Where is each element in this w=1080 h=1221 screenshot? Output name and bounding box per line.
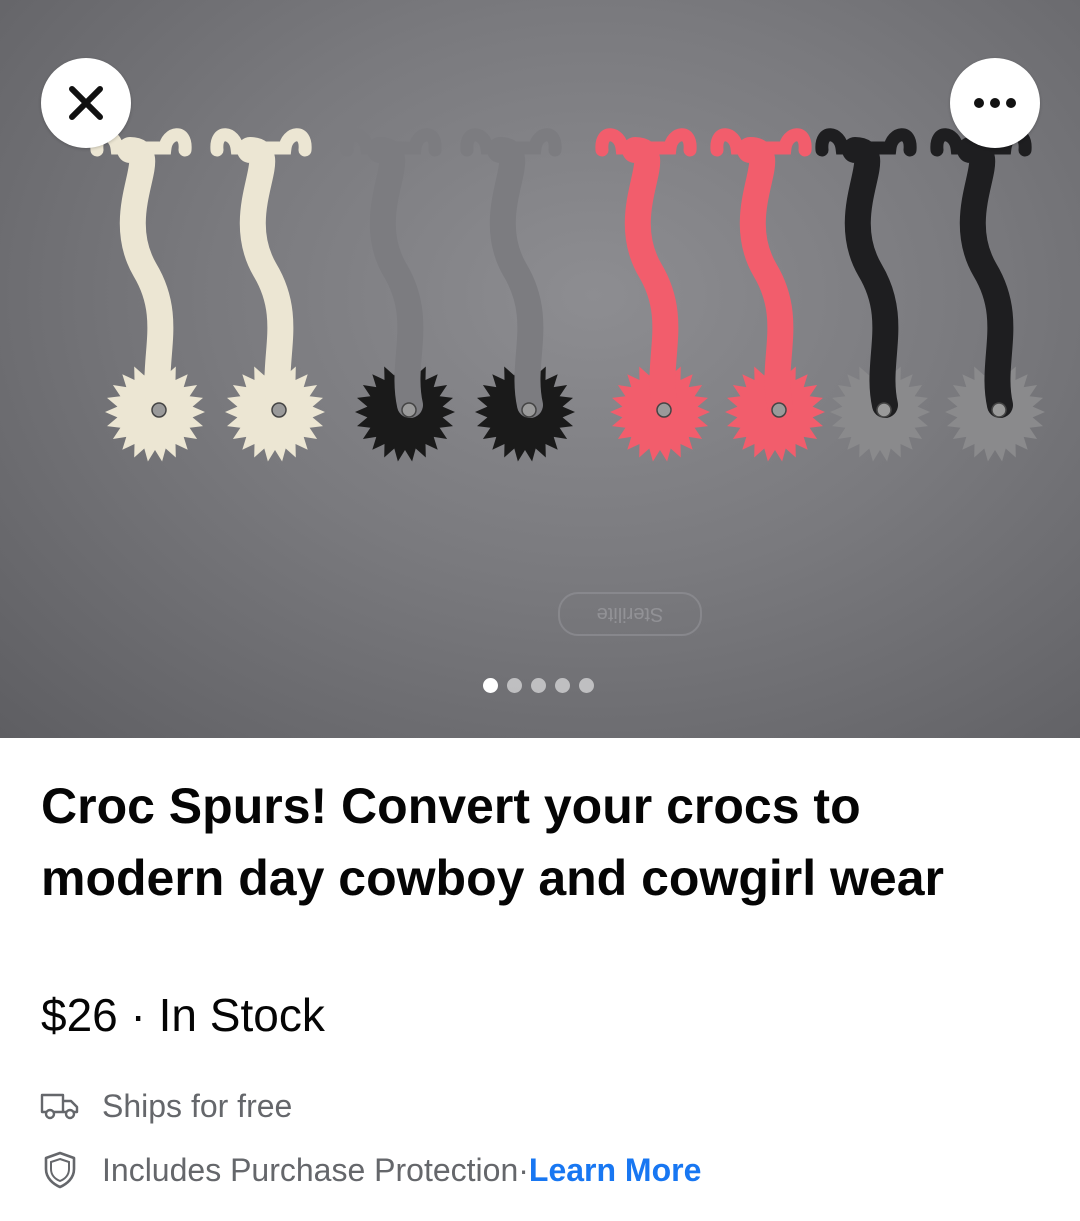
shipping-text: Ships for free [102,1087,293,1124]
protection-row: Includes Purchase Protection · Learn Mor… [38,1150,701,1190]
protection-text: Includes Purchase Protection [102,1151,519,1188]
listing-title: Croc Spurs! Convert your crocs to modern… [41,778,944,906]
spur [340,128,455,462]
separator: · [117,989,159,1041]
learn-more-link[interactable]: Learn More [529,1152,701,1189]
spur [595,128,710,462]
shield-icon [38,1150,82,1190]
pager-dot[interactable] [483,678,498,693]
photo-pager[interactable] [483,678,594,693]
spur [460,128,575,462]
spur [930,128,1045,462]
price: $26 [41,989,118,1041]
close-button[interactable] [41,58,131,148]
more-icon [974,98,1016,108]
pager-dot[interactable] [507,678,522,693]
spurs-image [90,128,1045,462]
pager-dot[interactable] [579,678,594,693]
truck-icon [38,1086,82,1126]
listing-photo[interactable]: Sterilite [0,0,1080,738]
spur [210,128,325,462]
spur [710,128,825,462]
separator: · [518,1151,529,1188]
spur [90,128,205,462]
price-availability: $26 · In Stock [41,988,325,1042]
stock-status: In Stock [158,989,325,1041]
container-watermark: Sterilite [558,592,702,636]
shipping-row: Ships for free [38,1086,292,1126]
pager-dot[interactable] [555,678,570,693]
spur [815,128,930,462]
more-options-button[interactable] [950,58,1040,148]
close-icon [69,86,103,120]
pager-dot[interactable] [531,678,546,693]
